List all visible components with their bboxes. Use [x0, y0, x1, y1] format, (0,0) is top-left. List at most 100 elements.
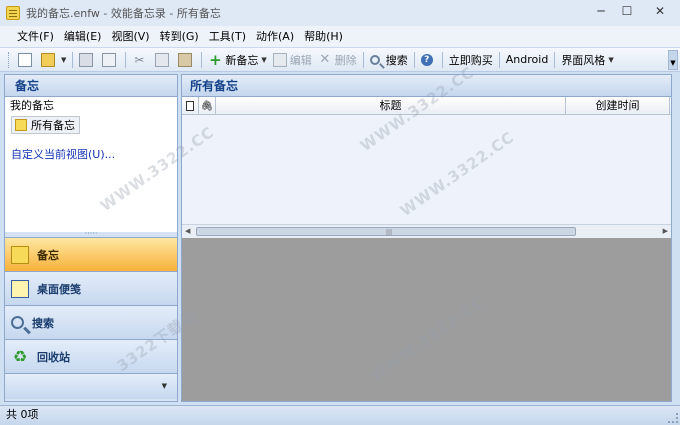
nav-label: 搜索 — [32, 316, 54, 330]
toolbar-separator — [125, 51, 127, 68]
toolbar: ▼ ✂ + 新备忘 ▼ 编辑 ✕ 删除 搜索 ? 立即购买 Android 界面风格 ▼… — [0, 48, 680, 72]
app-icon — [6, 6, 20, 20]
scroll-right-icon[interactable]: ▶ — [663, 227, 668, 235]
buy-now-button[interactable]: 立即购买 — [446, 50, 496, 70]
paperclip-icon: 🖇 — [200, 101, 214, 112]
toolbar-separator — [554, 51, 556, 68]
window-title: 我的备忘.enfw - 效能备忘录 - 所有备忘 — [26, 7, 221, 20]
plus-icon: + — [209, 50, 222, 69]
tree-item-label: 所有备忘 — [31, 119, 75, 132]
search-icon — [369, 54, 380, 65]
menu-goto[interactable]: 转到(G) — [155, 28, 204, 46]
print-button[interactable] — [76, 50, 99, 70]
search-label: 搜索 — [385, 53, 408, 67]
menu-edit[interactable]: 编辑(E) — [59, 28, 107, 46]
title-bar: 我的备忘.enfw - 效能备忘录 - 所有备忘 ─ ☐ ✕ — [0, 0, 680, 26]
minimize-button[interactable]: ─ — [588, 0, 614, 22]
desktop-sticky-icon — [11, 279, 29, 298]
ui-style-button[interactable]: 界面风格 ▼ — [558, 50, 616, 70]
memo-note-icon — [11, 245, 29, 264]
ui-style-label: 界面风格 — [561, 53, 606, 67]
toolbar-separator — [413, 51, 415, 68]
customize-view-link[interactable]: 自定义当前视图(U)... — [5, 148, 177, 162]
horizontal-scrollbar[interactable]: ◀ ||| ▶ — [182, 224, 671, 238]
scissors-icon: ✂ — [134, 52, 145, 67]
paste-icon — [178, 52, 193, 67]
nav-memo[interactable]: 备忘 — [5, 237, 177, 271]
column-type[interactable] — [182, 97, 199, 115]
nav-label: 桌面便笺 — [37, 282, 81, 296]
search-icon — [11, 316, 24, 329]
maximize-button[interactable]: ☐ — [614, 0, 640, 22]
nav-label: 回收站 — [37, 350, 70, 364]
column-headers: 🖇 标题 创建时间 — [182, 97, 671, 115]
tree-root-my-memos[interactable]: 我的备忘 — [5, 97, 177, 114]
print-preview-icon — [102, 52, 117, 67]
copy-icon — [155, 52, 170, 67]
print-preview-button[interactable] — [99, 50, 122, 70]
open-file-button[interactable]: ▼ — [38, 50, 69, 70]
close-button[interactable]: ✕ — [640, 0, 680, 22]
paste-button[interactable] — [175, 50, 198, 70]
new-memo-button[interactable]: + 新备忘 ▼ — [205, 50, 269, 70]
list-header-title: 所有备忘 — [182, 75, 671, 97]
chevron-down-icon: ▼ — [608, 55, 614, 64]
memo-list[interactable]: 🖇 标题 创建时间 ◀ ||| ▶ — [182, 97, 671, 238]
delete-button[interactable]: ✕ 删除 — [315, 50, 360, 70]
window-controls: ─ ☐ ✕ — [588, 0, 680, 22]
toolbar-grip[interactable] — [8, 51, 11, 68]
resize-grip[interactable] — [668, 413, 678, 423]
toolbar-separator — [498, 51, 500, 68]
delete-label: 删除 — [334, 53, 357, 67]
item-count: 共 0项 — [6, 408, 39, 421]
nav-search[interactable]: 搜索 — [5, 305, 177, 339]
nav-recycle-bin[interactable]: ♻ 回收站 — [5, 339, 177, 373]
recycle-bin-icon: ♻ — [12, 346, 28, 366]
status-bar: 共 0项 — [0, 405, 680, 425]
nav-desktop-sticky[interactable]: 桌面便笺 — [5, 271, 177, 305]
chevron-down-icon: ▼ — [261, 55, 267, 64]
copy-button[interactable] — [152, 50, 175, 70]
search-button[interactable]: 搜索 — [367, 50, 411, 70]
toolbar-separator — [72, 51, 74, 68]
menu-bar: 文件(F) 编辑(E) 视图(V) 转到(G) 工具(T) 动作(A) 帮助(H… — [0, 26, 680, 48]
help-icon: ? — [420, 53, 433, 66]
menu-view[interactable]: 视图(V) — [106, 28, 154, 46]
toolbar-separator — [441, 51, 443, 68]
panel-header: 备忘 — [5, 75, 177, 97]
android-button[interactable]: Android — [503, 50, 552, 70]
tree-item-all-memos[interactable]: 所有备忘 — [11, 116, 80, 134]
column-title[interactable]: 标题 — [216, 97, 566, 115]
scroll-left-icon[interactable]: ◀ — [185, 227, 190, 235]
menu-help[interactable]: 帮助(H) — [299, 28, 348, 46]
menu-tools[interactable]: 工具(T) — [204, 28, 251, 46]
nav-buttons: 备忘 桌面便笺 搜索 ♻ 回收站 ▼ — [5, 237, 177, 401]
chevron-down-icon: ▼ — [61, 55, 67, 64]
toolbar-overflow-button[interactable]: ▼ — [668, 50, 678, 70]
memo-list-panel: 所有备忘 🖇 标题 创建时间 ◀ ||| ▶ — [181, 74, 672, 402]
new-file-button[interactable] — [15, 50, 38, 70]
grip-icon: ||| — [386, 229, 393, 236]
edit-icon — [272, 52, 287, 67]
toolbar-separator — [201, 51, 203, 68]
new-memo-label: 新备忘 — [225, 53, 259, 67]
edit-button[interactable]: 编辑 — [270, 50, 315, 70]
menu-actions[interactable]: 动作(A) — [251, 28, 299, 46]
nav-configure-bar[interactable]: ▼ — [5, 373, 177, 399]
delete-x-icon: ✕ — [319, 51, 331, 67]
memo-note-icon — [15, 119, 27, 131]
preview-pane — [182, 238, 671, 401]
toolbar-separator — [362, 51, 364, 68]
help-button[interactable]: ? — [418, 50, 439, 70]
scrollbar-thumb[interactable]: ||| — [196, 227, 576, 236]
edit-label: 编辑 — [289, 53, 312, 67]
menu-file[interactable]: 文件(F) — [12, 28, 59, 46]
column-created-time[interactable]: 创建时间 — [566, 97, 670, 115]
nav-label: 备忘 — [37, 248, 59, 262]
document-icon — [186, 101, 194, 111]
chevron-down-icon[interactable]: ▼ — [162, 382, 167, 390]
cut-button[interactable]: ✂ — [129, 50, 152, 70]
navigation-panel: 备忘 我的备忘 所有备忘 自定义当前视图(U)... ····· 备忘 桌面便笺… — [4, 74, 178, 402]
column-attachment[interactable]: 🖇 — [199, 97, 216, 115]
printer-icon — [79, 52, 94, 67]
